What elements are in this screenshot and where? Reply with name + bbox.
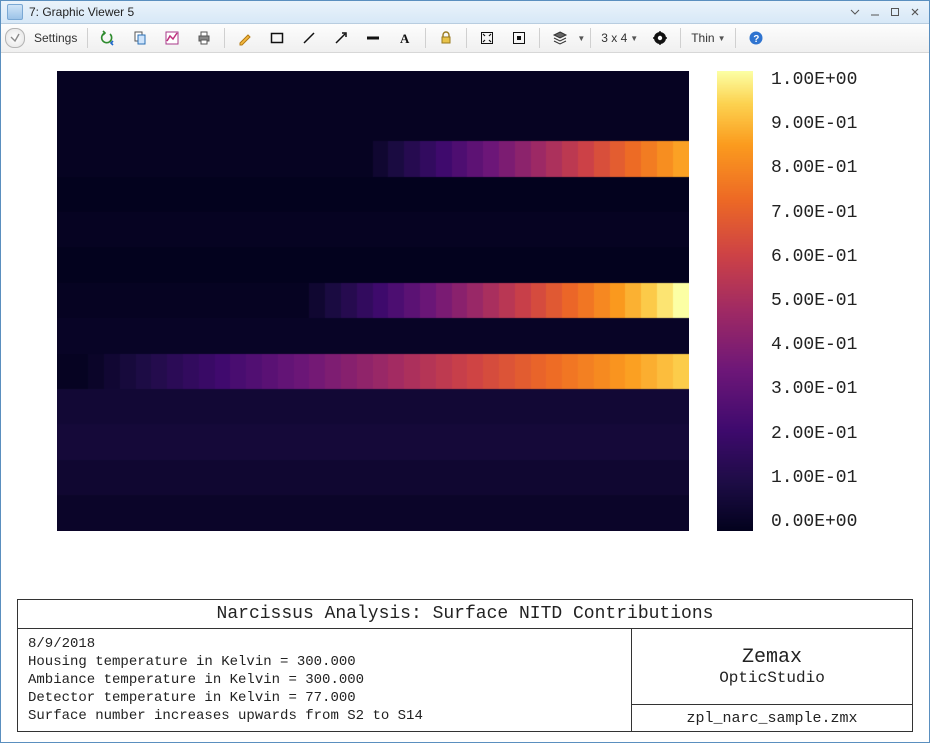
maximize-button[interactable] <box>887 4 903 20</box>
print-icon[interactable] <box>189 26 219 50</box>
brand-name: Zemax <box>742 646 802 669</box>
dropdown-button[interactable] <box>847 4 863 20</box>
help-icon[interactable]: ? <box>741 26 771 50</box>
toolbar-separator <box>590 28 591 48</box>
settings-label: Settings <box>34 31 77 45</box>
fit-icon[interactable] <box>472 26 502 50</box>
colorbar-tick: 9.00E-01 <box>771 115 857 133</box>
filename-cell: zpl_narc_sample.zmx <box>632 705 912 731</box>
svg-text:A: A <box>400 31 410 46</box>
chart-icon[interactable] <box>157 26 187 50</box>
chevron-down-icon[interactable]: ▼ <box>577 34 585 43</box>
toolbar-separator <box>539 28 540 48</box>
colorbar-tick: 0.00E+00 <box>771 513 857 531</box>
minimize-button[interactable] <box>867 4 883 20</box>
product-name: OpticStudio <box>719 669 825 687</box>
check-toggle-icon[interactable] <box>5 28 25 48</box>
colorbar <box>717 71 753 531</box>
brand-cell: Zemax OpticStudio <box>632 629 912 705</box>
content-area: 1.00E+00 9.00E-01 8.00E-01 7.00E-01 6.00E-01… <box>1 53 929 742</box>
line-icon[interactable] <box>294 26 324 50</box>
app-icon <box>7 4 23 20</box>
colorbar-tick: 8.00E-01 <box>771 159 857 177</box>
analysis-title: Narcissus Analysis: Surface NITD Contrib… <box>18 600 912 629</box>
toolbar-separator <box>87 28 88 48</box>
colorbar-tick-labels: 1.00E+00 9.00E-01 8.00E-01 7.00E-01 6.00E-01… <box>771 71 857 531</box>
svg-text:?: ? <box>754 34 760 45</box>
lock-icon[interactable] <box>431 26 461 50</box>
toolbar-separator <box>735 28 736 48</box>
colorbar-tick: 2.00E-01 <box>771 425 857 443</box>
layers-icon[interactable] <box>545 26 575 50</box>
title-bar: 7: Graphic Viewer 5 <box>1 1 929 24</box>
toolbar-separator <box>466 28 467 48</box>
text-icon[interactable]: A <box>390 26 420 50</box>
analysis-details: 8/9/2018 Housing temperature in Kelvin =… <box>18 629 632 731</box>
toolbar-separator <box>224 28 225 48</box>
copy-icon[interactable] <box>125 26 155 50</box>
window-title: 7: Graphic Viewer 5 <box>29 5 134 19</box>
pencil-icon[interactable] <box>230 26 260 50</box>
info-panel: Narcissus Analysis: Surface NITD Contrib… <box>17 599 913 732</box>
colorbar-wrap: 1.00E+00 9.00E-01 8.00E-01 7.00E-01 6.00E-01… <box>717 71 857 531</box>
colorbar-tick: 7.00E-01 <box>771 204 857 222</box>
toolbar: Settings A <box>1 24 929 53</box>
refresh-icon[interactable] <box>93 26 123 50</box>
chevron-down-icon: ▼ <box>630 34 638 43</box>
colorbar-tick: 5.00E-01 <box>771 292 857 310</box>
colorbar-tick: 6.00E-01 <box>771 248 857 266</box>
chart-area: 1.00E+00 9.00E-01 8.00E-01 7.00E-01 6.00E-01… <box>17 63 913 589</box>
colorbar-tick: 3.00E-01 <box>771 380 857 398</box>
heatmap-plot <box>57 71 689 531</box>
line-weight-label: Thin <box>691 31 714 45</box>
grid-size-label: 3 x 4 <box>601 31 627 45</box>
thick-line-icon[interactable] <box>358 26 388 50</box>
colorbar-tick: 1.00E-01 <box>771 469 857 487</box>
toolbar-separator <box>680 28 681 48</box>
app-window: 7: Graphic Viewer 5 Settings <box>0 0 930 743</box>
rectangle-icon[interactable] <box>262 26 292 50</box>
toolbar-separator <box>425 28 426 48</box>
colorbar-tick: 1.00E+00 <box>771 71 857 89</box>
close-button[interactable] <box>907 4 923 20</box>
arrow-icon[interactable] <box>326 26 356 50</box>
line-weight-dropdown[interactable]: Thin ▼ <box>686 26 730 50</box>
grid-size-dropdown[interactable]: 3 x 4 ▼ <box>596 26 643 50</box>
chevron-down-icon: ▼ <box>718 34 726 43</box>
center-icon[interactable] <box>504 26 534 50</box>
colorbar-tick: 4.00E-01 <box>771 336 857 354</box>
settings-button[interactable]: Settings <box>29 26 82 50</box>
target-icon[interactable] <box>645 26 675 50</box>
